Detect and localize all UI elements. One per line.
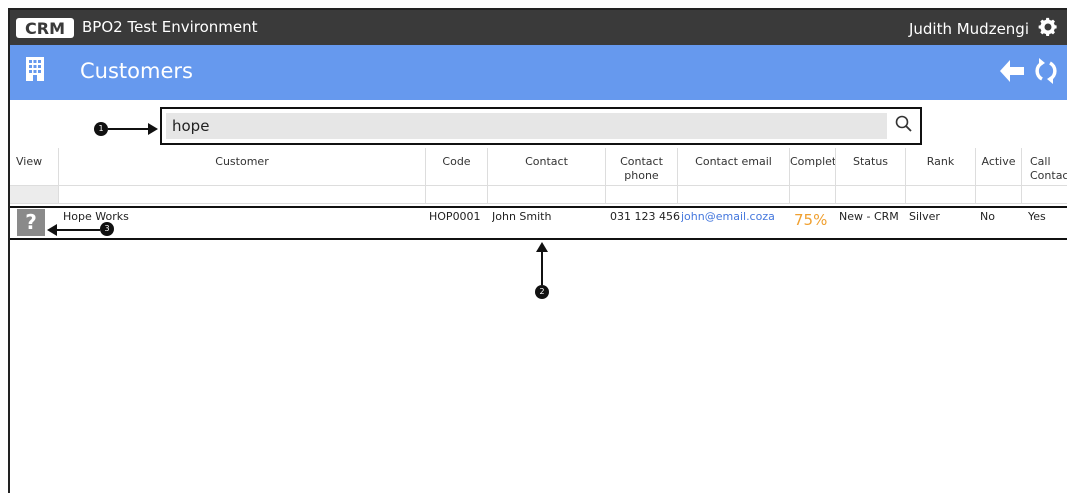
cell-code: HOP0001 xyxy=(429,210,481,223)
filter-cell-code[interactable] xyxy=(426,186,488,204)
page-title: Customers xyxy=(80,59,193,83)
filter-cell-complete[interactable] xyxy=(790,186,836,204)
user-name[interactable]: Judith Mudzengi xyxy=(909,20,1029,38)
back-arrow-icon[interactable] xyxy=(999,58,1025,84)
search-input[interactable] xyxy=(172,116,872,136)
filter-cell-customer[interactable] xyxy=(59,186,426,204)
cell-contact: John Smith xyxy=(492,210,552,223)
search-box xyxy=(160,107,922,145)
callout-1-arrowhead xyxy=(148,123,158,135)
search-field xyxy=(166,113,887,139)
cell-contact-phone: 031 123 456 xyxy=(610,210,680,223)
filter-cell-status[interactable] xyxy=(836,186,906,204)
search-icon[interactable] xyxy=(894,114,914,136)
filter-cell-email[interactable] xyxy=(678,186,790,204)
table-row[interactable]: ? Hope Works HOP0001 John Smith 031 123 … xyxy=(10,206,1067,240)
page-header: Customers xyxy=(10,45,1067,100)
cell-active: No xyxy=(980,210,995,223)
table-header: View Customer Code Contact Contact phone… xyxy=(10,148,1067,186)
column-header-customer[interactable]: Customer xyxy=(59,148,426,186)
column-header-contact[interactable]: Contact xyxy=(488,148,606,186)
cell-rank: Silver xyxy=(909,210,940,223)
callout-2: 2 xyxy=(535,285,549,299)
column-header-view[interactable]: View xyxy=(10,148,59,186)
callout-3: 3 xyxy=(100,222,114,236)
filter-cell-call-contact[interactable] xyxy=(1022,186,1067,204)
callout-3-arrow xyxy=(54,229,100,231)
building-icon xyxy=(26,57,44,81)
callout-3-arrowhead xyxy=(47,224,57,236)
filter-cell-view xyxy=(10,186,59,204)
app-window: CRM BPO2 Test Environment Judith Mudzeng… xyxy=(8,8,1067,493)
cell-contact-email[interactable]: john@email.coza xyxy=(681,210,775,236)
filter-cell-rank[interactable] xyxy=(906,186,976,204)
filter-cell-phone[interactable] xyxy=(606,186,678,204)
refresh-icon[interactable] xyxy=(1033,58,1059,84)
column-header-contact-email[interactable]: Contact email xyxy=(678,148,790,186)
column-header-rank[interactable]: Rank xyxy=(906,148,976,186)
column-header-status[interactable]: Status xyxy=(836,148,906,186)
column-header-contact-phone[interactable]: Contact phone xyxy=(606,148,678,186)
filter-row xyxy=(10,186,1067,204)
gear-icon[interactable] xyxy=(1037,16,1059,38)
cell-call-contact: Yes xyxy=(1028,210,1046,223)
column-header-complete[interactable]: Complet xyxy=(790,148,836,186)
view-customer-button[interactable]: ? xyxy=(17,209,45,236)
top-bar: CRM BPO2 Test Environment Judith Mudzeng… xyxy=(10,10,1067,45)
callout-2-arrow xyxy=(541,250,543,285)
callout-1-arrow xyxy=(108,128,150,130)
callout-1: 1 xyxy=(94,122,108,136)
column-header-code[interactable]: Code xyxy=(426,148,488,186)
column-header-call-contact[interactable]: Call Contact xyxy=(1022,148,1067,186)
environment-title: BPO2 Test Environment xyxy=(82,18,258,36)
column-header-active[interactable]: Active xyxy=(976,148,1022,186)
cell-customer: Hope Works xyxy=(63,210,129,223)
filter-cell-active[interactable] xyxy=(976,186,1022,204)
cell-status: New - CRM xyxy=(839,210,899,223)
filter-cell-contact[interactable] xyxy=(488,186,606,204)
cell-complete: 75% xyxy=(794,211,828,229)
crm-logo: CRM xyxy=(16,18,74,38)
svg-text:CRM: CRM xyxy=(25,19,65,38)
